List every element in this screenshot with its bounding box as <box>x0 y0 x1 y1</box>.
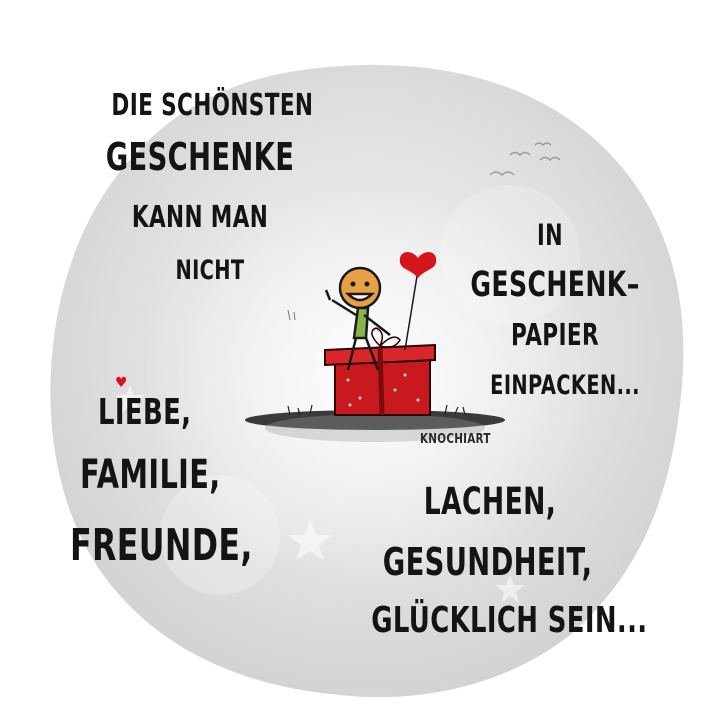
greeting-card: DIE SCHÖNSTEN GESCHENKE KANN MAN NICHT I… <box>0 0 720 720</box>
signature: KNOCHIART <box>420 432 491 447</box>
balloon-heart-icon <box>399 252 437 278</box>
gift-box-icon <box>324 327 436 416</box>
list-item-gesundheit: GESUNDHEIT, <box>382 540 593 584</box>
quote-line-3: KANN MAN <box>131 200 269 235</box>
quote-line-2: GESCHENKE <box>105 135 295 179</box>
illustration <box>245 252 505 442</box>
quote-line-1: DIE SCHÖNSTEN <box>111 88 314 123</box>
list-item-gluecklich-sein: GLÜCKLICH SEIN... <box>371 600 648 641</box>
list-item-lachen: LACHEN, <box>423 480 557 523</box>
list-item-liebe: LIEBE, <box>98 392 192 433</box>
list-item-familie: FAMILIE, <box>80 452 221 498</box>
heart-icon: ♥ <box>115 375 128 391</box>
list-item-freunde: FREUNDE, <box>70 520 253 571</box>
